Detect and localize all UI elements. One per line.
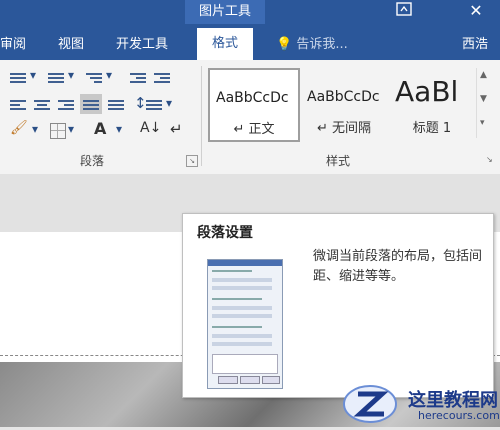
style-sample: AaBbCcDc bbox=[307, 89, 380, 105]
chevron-down-icon[interactable]: ▼ bbox=[480, 94, 487, 104]
line-spacing-icon[interactable]: ↕ bbox=[134, 94, 147, 112]
sort-icon[interactable]: A↓ bbox=[140, 120, 161, 136]
tooltip-title: 段落设置 bbox=[197, 225, 253, 241]
decrease-indent-icon[interactable] bbox=[130, 71, 146, 83]
numbering-icon[interactable] bbox=[48, 71, 64, 83]
tab-format[interactable]: 格式 bbox=[197, 28, 253, 60]
style-name: ↵ 正文 bbox=[233, 122, 275, 137]
chevron-down-icon[interactable]: ▾ bbox=[32, 122, 38, 136]
style-normal[interactable]: AaBbCcDc ↵ 正文 bbox=[208, 68, 300, 142]
justify-icon bbox=[83, 98, 99, 110]
styles-scroll[interactable]: ▲ ▼ ▾ bbox=[476, 68, 493, 138]
tab-account-name[interactable]: 西浩 bbox=[462, 32, 488, 58]
paragraph-row-3: 🖌 ▾ ▾ A ▾ A↓ ↵ bbox=[10, 119, 190, 142]
paragraph-settings-launcher-icon[interactable]: ↘ bbox=[186, 155, 198, 167]
chevron-up-icon[interactable]: ▲ bbox=[480, 70, 487, 80]
paragraph-row-2: ↕ ▾ bbox=[10, 94, 190, 116]
paragraph-group-label: 段落 bbox=[80, 154, 105, 168]
bullets-icon[interactable] bbox=[10, 71, 26, 83]
multilevel-list-icon[interactable] bbox=[86, 71, 102, 83]
style-heading-1[interactable]: AaBl 标题 1 bbox=[390, 68, 474, 140]
align-right-icon[interactable] bbox=[58, 98, 74, 110]
style-no-spacing[interactable]: AaBbCcDc ↵ 无间隔 bbox=[300, 68, 388, 140]
styles-launcher-icon[interactable]: ↘ bbox=[486, 155, 496, 165]
style-sample: AaBbCcDc bbox=[216, 90, 289, 106]
ribbon-display-options-icon[interactable] bbox=[390, 2, 418, 20]
chevron-down-icon[interactable]: ▾ bbox=[68, 122, 74, 136]
watermark-url: herecours.com bbox=[418, 409, 500, 422]
increase-indent-icon[interactable] bbox=[154, 71, 170, 83]
tab-view[interactable]: 视图 bbox=[58, 32, 84, 58]
chevron-down-icon[interactable]: ▾ bbox=[166, 96, 172, 110]
tell-me-label: 告诉我... bbox=[296, 37, 348, 52]
justify-button[interactable] bbox=[80, 94, 102, 114]
more-styles-icon[interactable]: ▾ bbox=[480, 118, 485, 128]
chevron-down-icon[interactable]: ▾ bbox=[30, 68, 36, 82]
close-icon[interactable]: ✕ bbox=[452, 0, 500, 24]
ribbon: ▾ ▾ ▾ ↕ ▾ 🖌 ▾ ▾ A ▾ A↓ ↵ 段落 ↘ AaBbCcDc ↵… bbox=[0, 60, 500, 175]
chevron-down-icon[interactable]: ▾ bbox=[116, 122, 122, 136]
show-formatting-marks-icon[interactable]: ↵ bbox=[170, 120, 183, 138]
style-sample: AaBl bbox=[395, 75, 459, 108]
line-spacing-lines-icon bbox=[146, 98, 162, 110]
paragraph-row-1: ▾ ▾ ▾ bbox=[10, 68, 190, 88]
tooltip-description: 微调当前段落的布局，包括间距、缩进等等。 bbox=[313, 249, 483, 284]
align-left-icon[interactable] bbox=[10, 98, 26, 110]
site-logo bbox=[340, 380, 400, 426]
group-separator bbox=[201, 66, 202, 166]
paragraph-settings-tooltip: 段落设置 微调当前段落的布局，包括间距、缩进等等。 bbox=[182, 213, 494, 398]
tell-me-search[interactable]: 💡 告诉我... bbox=[276, 32, 348, 58]
distributed-icon[interactable] bbox=[108, 98, 124, 110]
picture-tools-context-title: 图片工具 bbox=[185, 0, 265, 24]
style-name: 标题 1 bbox=[412, 121, 452, 136]
tab-review[interactable]: 审阅 bbox=[0, 32, 26, 58]
tab-developer[interactable]: 开发工具 bbox=[116, 32, 168, 58]
style-name: ↵ 无间隔 bbox=[316, 121, 372, 136]
chevron-down-icon[interactable]: ▾ bbox=[68, 68, 74, 82]
lightbulb-icon: 💡 bbox=[276, 37, 293, 52]
styles-group-label: 样式 bbox=[326, 154, 351, 168]
borders-icon[interactable] bbox=[50, 123, 66, 139]
chevron-down-icon[interactable]: ▾ bbox=[106, 68, 112, 82]
paragraph-dialog-thumbnail bbox=[207, 259, 283, 389]
align-center-icon[interactable] bbox=[34, 98, 50, 110]
shading-icon[interactable]: 🖌 bbox=[10, 120, 28, 136]
chinese-layout-icon[interactable]: A bbox=[94, 119, 106, 138]
